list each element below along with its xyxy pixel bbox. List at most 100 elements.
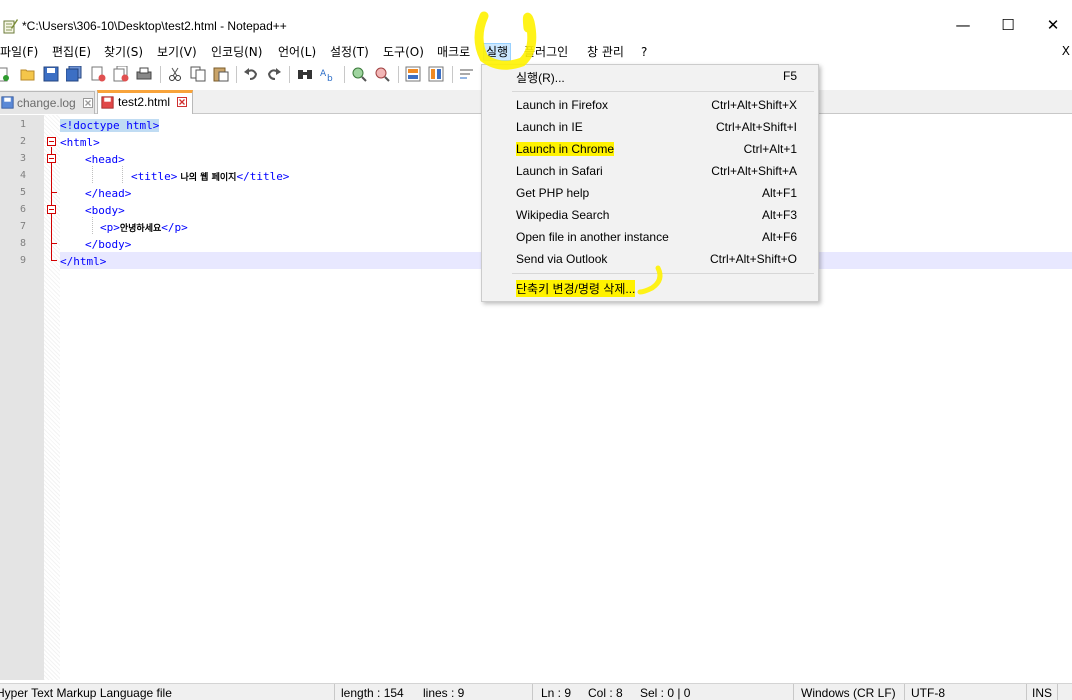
menu-settings[interactable]: 설정(T) xyxy=(330,44,369,62)
p-text: 안녕하세요 xyxy=(119,224,162,234)
tab-close-icon[interactable] xyxy=(177,97,187,107)
line-number: 2 xyxy=(19,136,26,147)
window-title: *C:\Users\306-10\Desktop\test2.html - No… xyxy=(22,19,287,33)
menu-language[interactable]: 언어(L) xyxy=(278,44,316,62)
zoom-in-icon[interactable] xyxy=(351,66,367,82)
maximize-button[interactable]: ☐ xyxy=(985,10,1031,40)
sync-vertical-icon[interactable] xyxy=(405,66,421,82)
fold-end xyxy=(51,192,57,193)
run-menu-item-modify-shortcut[interactable]: 단축키 변경/명령 삭제... xyxy=(483,276,817,298)
minimize-button[interactable]: — xyxy=(940,10,986,40)
tab-change-log[interactable]: change.log xyxy=(0,91,95,114)
tab-test2-html[interactable]: test2.html xyxy=(97,90,193,114)
toolbar-separator xyxy=(236,66,237,83)
zoom-out-icon[interactable] xyxy=(374,66,390,82)
menu-view[interactable]: 보기(V) xyxy=(157,44,197,62)
redo-icon[interactable] xyxy=(266,66,282,82)
line-number: 6 xyxy=(19,204,26,215)
fold-margin xyxy=(44,115,60,680)
saved-file-icon xyxy=(1,96,14,109)
menu-item-shortcut: Ctrl+Alt+Shift+X xyxy=(711,98,797,112)
status-divider xyxy=(793,684,794,700)
menu-separator xyxy=(512,273,814,274)
run-menu-item-firefox[interactable]: Launch in Firefox Ctrl+Alt+Shift+X xyxy=(483,94,817,116)
close-document-button[interactable]: X xyxy=(1062,44,1070,58)
status-bar: Hyper Text Markup Language file length :… xyxy=(0,683,1072,700)
open-file-icon[interactable] xyxy=(20,66,36,82)
menu-item-label: Launch in Chrome xyxy=(516,142,615,156)
menu-item-label: Send via Outlook xyxy=(516,252,608,266)
run-menu-item-new-instance[interactable]: Open file in another instance Alt+F6 xyxy=(483,226,817,248)
menu-macro[interactable]: 매크로 xyxy=(437,44,470,62)
fold-toggle-html[interactable] xyxy=(47,137,56,146)
menu-edit[interactable]: 편집(E) xyxy=(52,44,91,62)
find-icon[interactable] xyxy=(297,66,313,82)
status-divider xyxy=(532,684,533,700)
save-icon[interactable] xyxy=(43,66,59,82)
indent-guide xyxy=(92,217,93,234)
run-menu-item-safari[interactable]: Launch in Safari Ctrl+Alt+Shift+A xyxy=(483,160,817,182)
copy-icon[interactable] xyxy=(190,66,206,82)
line-number: 5 xyxy=(19,187,26,198)
indent-guide xyxy=(122,166,123,183)
menu-window[interactable]: 창 관리 xyxy=(587,44,624,62)
menu-item-shortcut: Ctrl+Alt+Shift+A xyxy=(711,164,797,178)
menu-file[interactable]: 파일(F) xyxy=(0,44,38,62)
status-eol[interactable]: Windows (CR LF) xyxy=(801,686,896,700)
line-number: 7 xyxy=(19,221,26,232)
run-menu-item-ie[interactable]: Launch in IE Ctrl+Alt+Shift+I xyxy=(483,116,817,138)
tab-label: test2.html xyxy=(118,95,171,109)
fold-end xyxy=(51,243,57,244)
line-number: 9 xyxy=(19,255,26,266)
menu-tools[interactable]: 도구(O) xyxy=(383,44,424,62)
fold-toggle-head[interactable] xyxy=(47,154,56,163)
menu-encoding[interactable]: 인코딩(N) xyxy=(211,44,262,62)
menu-item-shortcut: F5 xyxy=(782,69,797,83)
replace-icon[interactable]: Ab xyxy=(320,66,336,82)
status-divider xyxy=(334,684,335,700)
menu-item-shortcut: Ctrl+Alt+Shift+O xyxy=(709,252,797,266)
fold-end xyxy=(51,260,57,261)
fold-toggle-body[interactable] xyxy=(47,205,56,214)
paste-icon[interactable] xyxy=(213,66,229,82)
run-menu-item-outlook[interactable]: Send via Outlook Ctrl+Alt+Shift+O xyxy=(483,248,817,270)
run-menu-item-chrome[interactable]: Launch in Chrome Ctrl+Alt+1 xyxy=(483,138,817,160)
close-icon[interactable] xyxy=(90,66,106,82)
head-close-tag: </head> xyxy=(85,187,132,200)
status-col: Col : 8 xyxy=(588,686,623,700)
tab-close-icon[interactable] xyxy=(83,98,93,108)
status-encoding[interactable]: UTF-8 xyxy=(911,686,945,700)
word-wrap-icon[interactable] xyxy=(459,66,475,82)
run-menu-item-php-help[interactable]: Get PHP help Alt+F1 xyxy=(483,182,817,204)
menu-help[interactable]: ? xyxy=(641,44,647,62)
menu-item-label: Open file in another instance xyxy=(516,230,669,244)
menu-item-label: Launch in IE xyxy=(516,120,583,134)
sync-horizontal-icon[interactable] xyxy=(428,66,444,82)
status-insert-mode[interactable]: INS xyxy=(1032,686,1052,700)
body-open-tag: <body> xyxy=(85,204,125,217)
print-icon[interactable] xyxy=(136,66,152,82)
code-line-7: <p>안녕하세요</p> xyxy=(100,219,188,236)
cut-icon[interactable] xyxy=(167,66,183,82)
code-line-5: </head> xyxy=(85,185,131,202)
menu-search[interactable]: 찾기(S) xyxy=(104,44,143,62)
notepad-app-icon xyxy=(3,19,18,34)
p-close-tag: </p> xyxy=(161,221,188,234)
new-file-icon[interactable] xyxy=(0,66,10,82)
close-all-icon[interactable] xyxy=(113,66,129,82)
tab-label: change.log xyxy=(17,96,76,110)
undo-icon[interactable] xyxy=(243,66,259,82)
menu-item-label: Launch in Safari xyxy=(516,164,603,178)
run-menu-item-wikipedia[interactable]: Wikipedia Search Alt+F3 xyxy=(483,204,817,226)
menu-separator xyxy=(512,91,814,92)
close-window-button[interactable]: ✕ xyxy=(1030,10,1072,40)
indent-guide xyxy=(92,166,93,183)
menu-item-shortcut: Ctrl+Alt+Shift+I xyxy=(715,120,797,134)
menu-plugins[interactable]: 플러그인 xyxy=(524,44,568,62)
menu-item-label: Launch in Firefox xyxy=(516,98,609,112)
title-open-tag: <title> xyxy=(131,170,178,183)
body-close-tag: </body> xyxy=(85,238,132,251)
run-menu-item-run[interactable]: 실행(R)... F5 xyxy=(483,65,817,87)
save-all-icon[interactable] xyxy=(66,66,82,82)
menu-run[interactable]: 실행 xyxy=(483,43,512,61)
